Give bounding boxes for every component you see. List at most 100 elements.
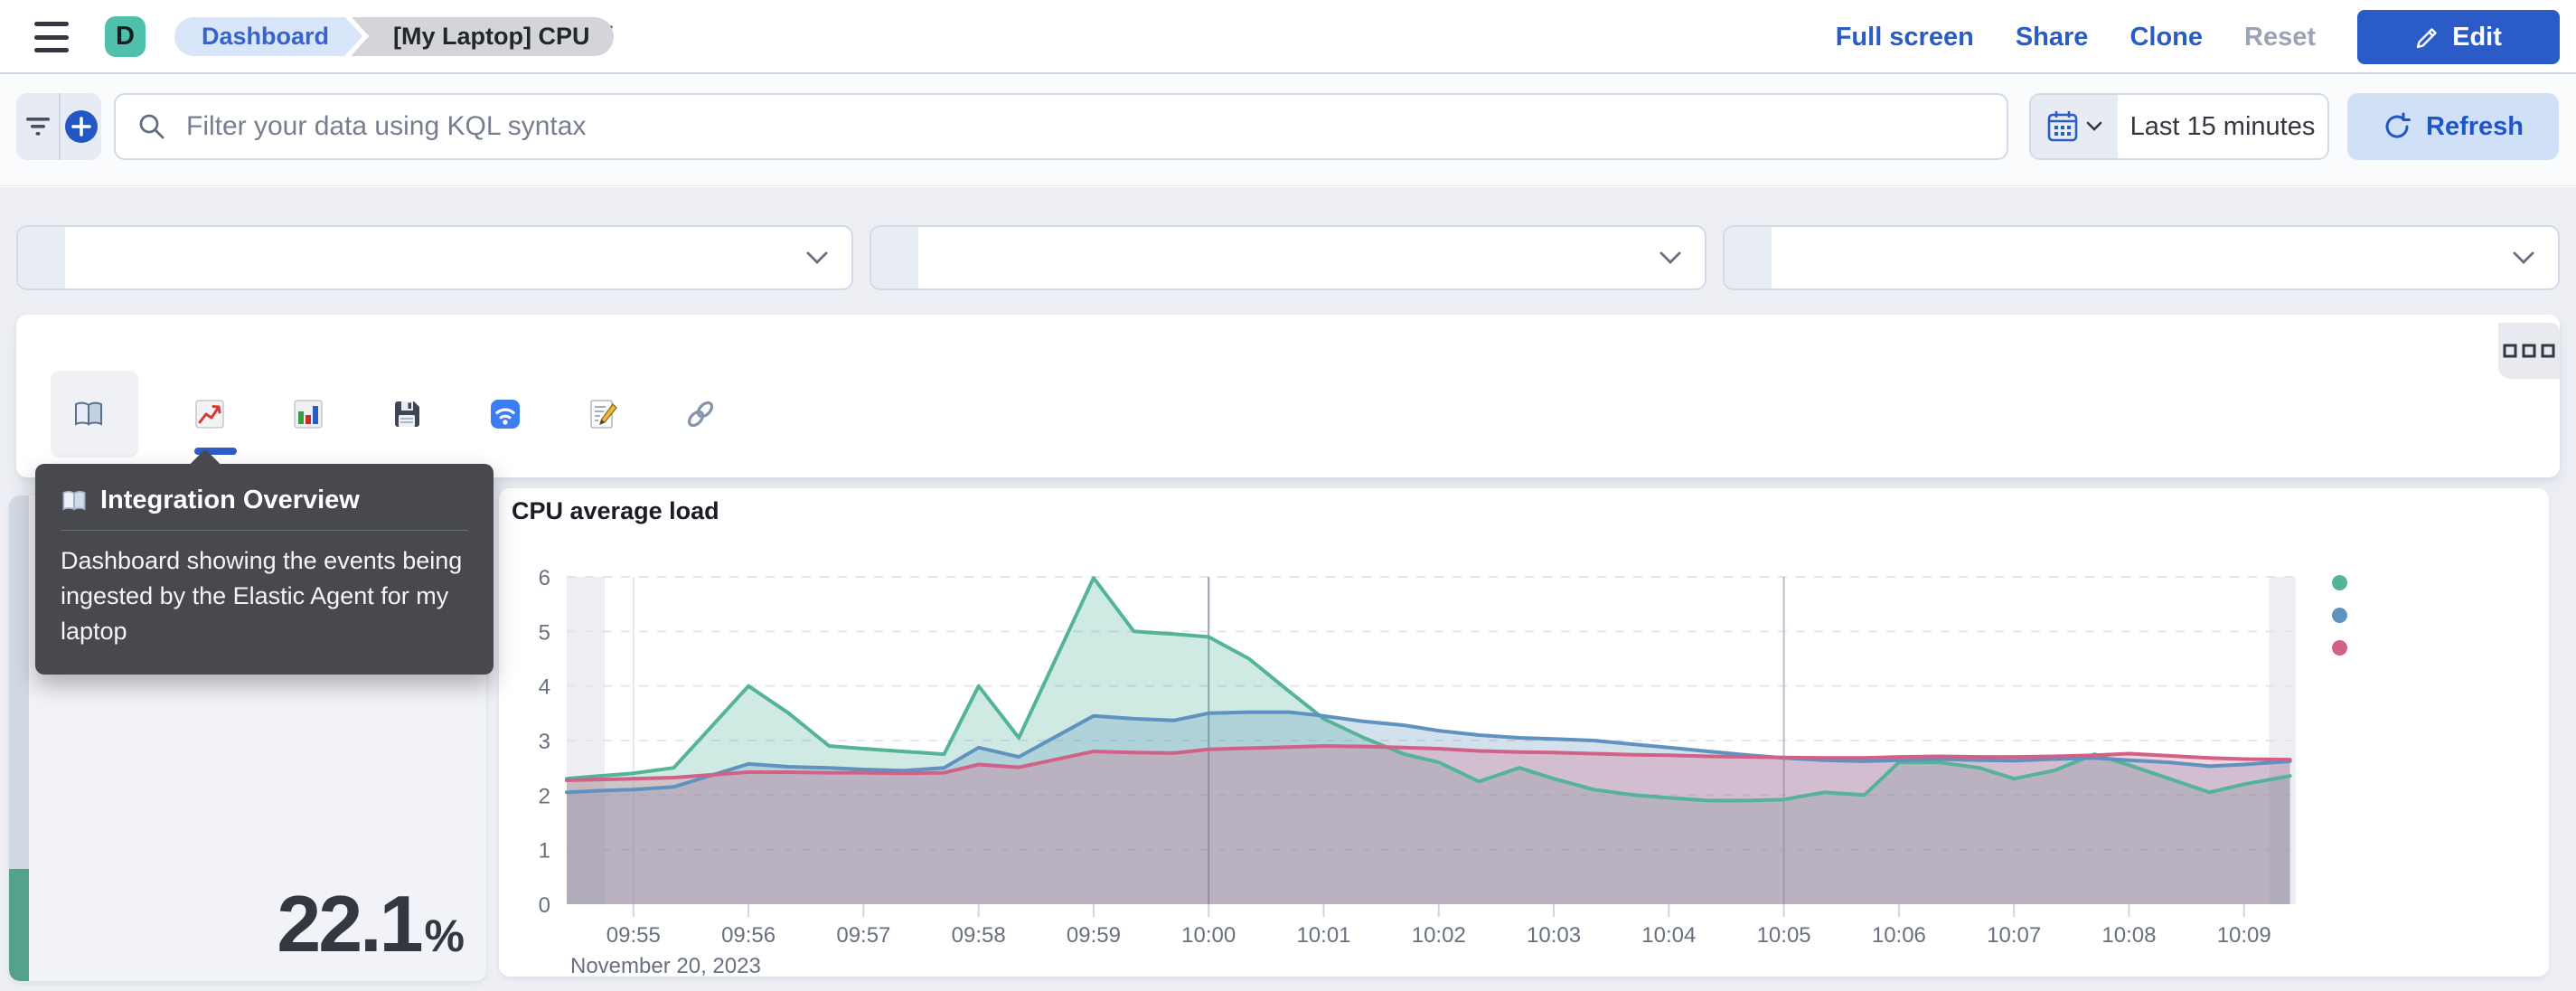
svg-text:09:56: 09:56 xyxy=(721,923,776,948)
dashboard-controls-row xyxy=(16,225,2560,290)
pencil-icon xyxy=(2415,25,2440,50)
tab-integration-overview[interactable] xyxy=(51,371,138,458)
edit-button-label: Edit xyxy=(2452,22,2502,52)
wireless-icon xyxy=(490,399,521,429)
svg-text:10:01: 10:01 xyxy=(1296,923,1350,948)
tab-documentation[interactable] xyxy=(685,371,728,458)
svg-text:09:57: 09:57 xyxy=(836,923,890,948)
metric-value: 22.1 % xyxy=(277,878,465,970)
filter-funnel-icon[interactable] xyxy=(16,93,59,160)
calendar-dropdown-button[interactable] xyxy=(2031,95,2118,158)
tab-memory[interactable] xyxy=(293,371,335,458)
breadcrumb: Dashboard [My Laptop] CPU xyxy=(174,17,614,56)
breadcrumb-dashboard-link[interactable]: Dashboard xyxy=(174,17,363,56)
clone-link[interactable]: Clone xyxy=(2129,23,2203,52)
refresh-button[interactable]: Refresh xyxy=(2347,93,2559,160)
kql-placeholder: Filter your data using KQL syntax xyxy=(186,111,587,141)
book-icon xyxy=(72,400,105,429)
chevron-down-icon xyxy=(806,251,851,265)
bars-icon xyxy=(293,399,324,429)
chart-icon xyxy=(194,399,225,429)
tooltip-divider xyxy=(61,530,468,531)
control-label xyxy=(1725,227,1772,288)
reset-link[interactable]: Reset xyxy=(2244,23,2316,52)
header-actions: Full screen Share Clone Reset Edit xyxy=(1836,0,2560,74)
full-screen-link[interactable]: Full screen xyxy=(1836,23,1974,52)
kibana-dashboard-screen: D Dashboard [My Laptop] CPU Full screen … xyxy=(0,0,2576,991)
control-select-agent-version[interactable] xyxy=(1723,225,2560,290)
breadcrumb-current-page[interactable]: [My Laptop] CPU xyxy=(352,17,614,56)
add-filter-button[interactable] xyxy=(59,93,101,160)
legend-dot xyxy=(2332,640,2347,656)
chart-legend xyxy=(2332,575,2360,656)
tab-logs[interactable] xyxy=(588,371,629,458)
svg-text:10:02: 10:02 xyxy=(1412,923,1466,948)
dashboard-tabs xyxy=(51,371,728,458)
svg-text:November 20, 2023: November 20, 2023 xyxy=(570,954,761,977)
tab-cpu[interactable] xyxy=(194,371,237,458)
time-range-value[interactable]: Last 15 minutes xyxy=(2118,95,2327,158)
tooltip-body: Dashboard showing the events being inges… xyxy=(61,547,463,645)
tooltip-title-row: Integration Overview xyxy=(61,486,468,515)
svg-text:10:08: 10:08 xyxy=(2101,923,2156,948)
breadcrumb-root-label: Dashboard xyxy=(202,23,330,50)
svg-text:10:06: 10:06 xyxy=(1872,923,1926,948)
floppy-icon xyxy=(391,399,422,429)
filter-button-group xyxy=(16,93,101,160)
link-icon xyxy=(685,399,716,429)
space-avatar[interactable]: D xyxy=(105,16,146,57)
edit-button[interactable]: Edit xyxy=(2357,10,2560,64)
boxes-horizontal-icon xyxy=(2503,344,2555,358)
share-link[interactable]: Share xyxy=(2016,23,2089,52)
svg-text:6: 6 xyxy=(539,566,550,590)
svg-text:09:55: 09:55 xyxy=(606,923,661,948)
svg-text:10:00: 10:00 xyxy=(1181,923,1236,948)
legend-item[interactable] xyxy=(2332,608,2360,623)
svg-text:10:05: 10:05 xyxy=(1757,923,1811,948)
svg-text:5: 5 xyxy=(539,620,550,645)
chevron-down-icon xyxy=(1659,251,1705,265)
tab-network[interactable] xyxy=(490,371,532,458)
legend-item[interactable] xyxy=(2332,575,2360,590)
svg-text:10:03: 10:03 xyxy=(1527,923,1581,948)
dashboard-viewport: 22.1 % CPU average load 0 1 2 3 4 5 6 09:55 09:5… xyxy=(0,187,2576,991)
svg-text:09:59: 09:59 xyxy=(1067,923,1121,948)
top-header-bar: D Dashboard [My Laptop] CPU Full screen … xyxy=(0,0,2576,74)
control-select-agent-name[interactable] xyxy=(16,225,853,290)
svg-text:2: 2 xyxy=(539,784,550,808)
hamburger-menu-icon[interactable] xyxy=(34,22,74,52)
control-label xyxy=(18,227,65,288)
search-icon xyxy=(137,112,166,141)
refresh-label: Refresh xyxy=(2426,111,2524,141)
tab-disk[interactable] xyxy=(391,371,434,458)
chevron-down-icon xyxy=(2513,251,2558,265)
cpu-load-area-chart[interactable]: 0 1 2 3 4 5 6 09:55 09:56 09:57 09:58 09:59 10:00 10:… xyxy=(499,488,2549,977)
chevron-down-icon xyxy=(2086,121,2102,132)
time-picker: Last 15 minutes xyxy=(2029,93,2329,160)
memo-icon xyxy=(588,399,617,429)
refresh-icon xyxy=(2383,112,2411,141)
legend-dot xyxy=(2332,575,2347,590)
svg-text:10:09: 10:09 xyxy=(2217,923,2271,948)
svg-text:4: 4 xyxy=(539,675,550,700)
tooltip-title: Integration Overview xyxy=(100,486,360,514)
legend-item[interactable] xyxy=(2332,640,2360,656)
control-label xyxy=(871,227,918,288)
panel-options-button[interactable] xyxy=(2498,323,2560,379)
svg-text:09:58: 09:58 xyxy=(952,923,1006,948)
svg-text:1: 1 xyxy=(539,839,550,864)
book-icon xyxy=(61,489,88,513)
kql-search-input[interactable]: Filter your data using KQL syntax xyxy=(114,93,2008,160)
metric-progress-bar xyxy=(9,496,29,981)
metric-progress-track xyxy=(9,496,29,869)
metric-number: 22.1 xyxy=(277,879,423,968)
control-select-integration-name[interactable] xyxy=(870,225,1706,290)
metric-progress-fill xyxy=(9,869,29,981)
cpu-average-load-panel: CPU average load 0 1 2 3 4 5 6 09:55 09:56 09:57 0… xyxy=(499,488,2549,977)
metric-unit: % xyxy=(424,911,465,961)
navigation-markdown-panel xyxy=(16,315,2560,477)
breadcrumb-current-label: [My Laptop] CPU xyxy=(393,23,590,50)
tab-tooltip: Integration Overview Dashboard showing t… xyxy=(35,448,494,675)
svg-text:0: 0 xyxy=(539,893,550,918)
legend-dot xyxy=(2332,608,2347,623)
